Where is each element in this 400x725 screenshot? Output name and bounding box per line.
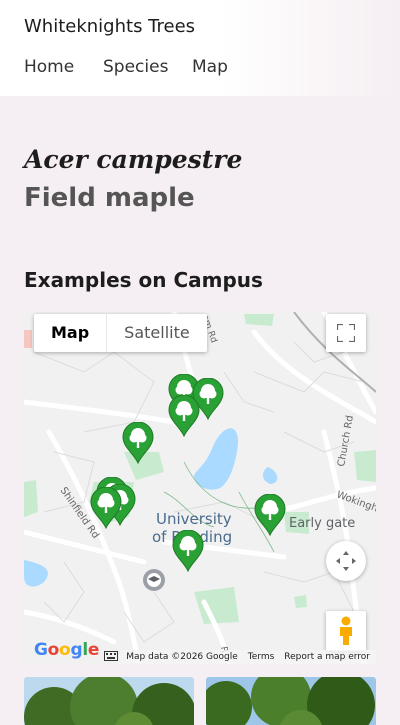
map-type-control: Map Satellite [34, 314, 207, 352]
report-map-error-link[interactable]: Report a map error [284, 652, 370, 662]
fullscreen-icon [337, 324, 355, 342]
fullscreen-button[interactable] [326, 314, 366, 352]
site-title[interactable]: Whiteknights Trees [24, 16, 195, 37]
tree-photo-2[interactable] [206, 677, 376, 725]
scientific-name: Acer campestre [24, 145, 243, 174]
common-name: Field maple [24, 183, 195, 213]
examples-section-title: Examples on Campus [24, 268, 263, 292]
tree-photo-image [24, 677, 194, 725]
pegman-icon [340, 616, 352, 645]
google-logo: Google [34, 640, 100, 660]
map-data-attribution: Map data ©2026 Google [126, 652, 238, 662]
map-type-satellite-button[interactable]: Satellite [107, 314, 207, 352]
pan-control-button[interactable] [326, 541, 366, 581]
tree-marker-3[interactable] [168, 394, 200, 438]
map-label-university: University [156, 510, 232, 528]
nav-map-link[interactable]: Map [192, 57, 228, 77]
tree-marker-4[interactable] [122, 421, 154, 465]
street-view-pegman-button[interactable] [326, 611, 366, 651]
tree-marker-9[interactable] [254, 493, 286, 537]
map-label-early-gate: Early gate [289, 516, 355, 531]
tree-photo-1[interactable] [24, 677, 194, 725]
map-attribution-bar: Map data ©2026 Google Terms Report a map… [120, 650, 376, 664]
campus-map[interactable]: University of Reading Early gate Shinfie… [24, 312, 376, 664]
keyboard-shortcuts-icon[interactable] [104, 651, 118, 661]
terms-link[interactable]: Terms [248, 652, 275, 662]
nav-home-link[interactable]: Home [24, 57, 103, 77]
site-header: Whiteknights Trees Home Species Map [0, 0, 400, 96]
tree-marker-7[interactable] [90, 486, 122, 530]
map-type-map-button[interactable]: Map [34, 314, 108, 352]
tree-marker-8[interactable] [172, 529, 204, 573]
map-base-layer: University of Reading Early gate Shinfie… [24, 312, 376, 664]
pan-arrows-icon [336, 551, 356, 571]
tree-photo-image [206, 677, 376, 725]
nav-species-link[interactable]: Species [103, 57, 192, 77]
main-nav: Home Species Map [24, 57, 228, 77]
